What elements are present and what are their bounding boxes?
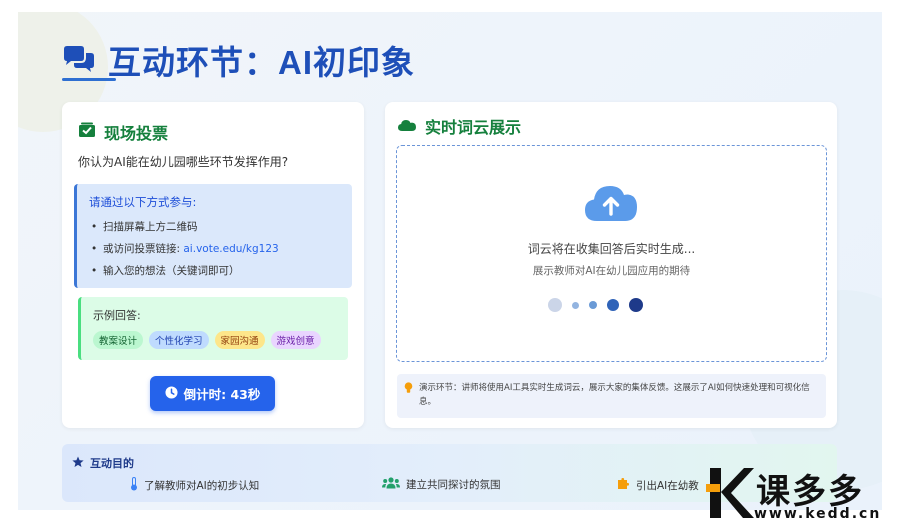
word-cloud-heading: 实时词云展示 [397, 114, 521, 138]
purpose-item-label: 引出AI在幼教 [636, 479, 699, 492]
title-row: 互动环节：AI初印象 [62, 36, 415, 84]
loading-dot [548, 298, 562, 312]
vote-icon [78, 122, 96, 142]
example-tag: 游戏创意 [270, 331, 321, 349]
word-cloud-placeholder: 词云将在收集回答后实时生成... [527, 242, 696, 256]
example-tags: 教案设计 个性化学习 家园沟通 游戏创意 [93, 331, 336, 349]
loading-dots [548, 298, 643, 312]
purpose-item-label: 了解教师对AI的初步认知 [144, 480, 260, 492]
loading-dot [607, 299, 619, 311]
example-title: 示例回答: [93, 309, 141, 322]
star-icon [72, 456, 84, 471]
puzzle-icon [617, 477, 630, 493]
demo-hint-text: 演示环节：讲师将使用AI工具实时生成词云，展示大家的集体反馈。这展示了AI如何快… [419, 383, 810, 407]
purpose-item: 建立共同探讨的氛围 [382, 477, 501, 492]
countdown-label: 倒计时: 43秒 [183, 387, 261, 402]
example-answers-box: 示例回答: 教案设计 个性化学习 家园沟通 游戏创意 [78, 297, 348, 360]
thermometer-icon [130, 477, 138, 494]
purpose-heading: 互动目的 [72, 455, 134, 471]
comments-icon [62, 45, 96, 75]
loading-dot [629, 298, 643, 312]
purpose-item: 了解教师对AI的初步认知 [130, 477, 259, 494]
loading-dot [572, 301, 579, 309]
list-item: 扫描屏幕上方二维码 [89, 216, 340, 238]
example-tag: 个性化学习 [149, 331, 209, 349]
vote-card-title: 现场投票 [104, 124, 169, 143]
list-item: 输入您的想法（关键词即可） [89, 260, 340, 282]
word-cloud-subtext: 展示教师对AI在幼儿园应用的期待 [532, 265, 691, 277]
list-item-text: 或访问投票链接: [103, 243, 184, 255]
page-title: 互动环节：AI初印象 [108, 44, 415, 81]
purpose-title: 互动目的 [90, 457, 134, 470]
countdown-button[interactable]: 倒计时: 43秒 [150, 376, 275, 411]
example-tag: 教案设计 [93, 331, 144, 349]
vote-card-heading: 现场投票 [78, 120, 168, 144]
logo-icon [706, 466, 754, 525]
vote-question: 你认为AI能在幼儿园哪些环节发挥作用? [78, 155, 289, 169]
cloud-icon [397, 117, 417, 136]
title-underline [62, 78, 116, 81]
slide: 互动环节：AI初印象 现场投票 你认为AI能在幼儿园哪些环节发挥作用? 请通过以… [18, 12, 882, 510]
word-cloud-area: 词云将在收集回答后实时生成... 展示教师对AI在幼儿园应用的期待 [396, 145, 827, 362]
participate-box: 请通过以下方式参与: 扫描屏幕上方二维码 或访问投票链接: ai.vote.ed… [74, 184, 352, 288]
purpose-item-label: 建立共同探讨的氛围 [406, 479, 501, 491]
cloud-upload-icon [584, 184, 638, 226]
participate-list: 扫描屏幕上方二维码 或访问投票链接: ai.vote.edu/kg123 输入您… [89, 216, 340, 282]
purpose-item: 引出AI在幼教 [617, 477, 699, 493]
lightbulb-icon [404, 382, 413, 399]
users-icon [382, 477, 400, 492]
vote-card: 现场投票 你认为AI能在幼儿园哪些环节发挥作用? 请通过以下方式参与: 扫描屏幕… [62, 102, 364, 428]
example-tag: 家园沟通 [214, 331, 265, 349]
participate-title: 请通过以下方式参与: [89, 195, 197, 209]
vote-link[interactable]: ai.vote.edu/kg123 [183, 243, 278, 255]
clock-icon [165, 385, 178, 402]
word-cloud-title: 实时词云展示 [425, 118, 522, 137]
list-item: 或访问投票链接: ai.vote.edu/kg123 [89, 238, 340, 260]
watermark-url: www.kedd.cn [754, 506, 882, 522]
loading-dot [589, 301, 597, 309]
word-cloud-card: 实时词云展示 词云将在收集回答后实时生成... 展示教师对AI在幼儿园应用的期待 [385, 102, 837, 428]
watermark: 课多多 www.kedd.cn [702, 462, 900, 525]
demo-hint: 演示环节：讲师将使用AI工具实时生成词云，展示大家的集体反馈。这展示了AI如何快… [397, 374, 826, 418]
